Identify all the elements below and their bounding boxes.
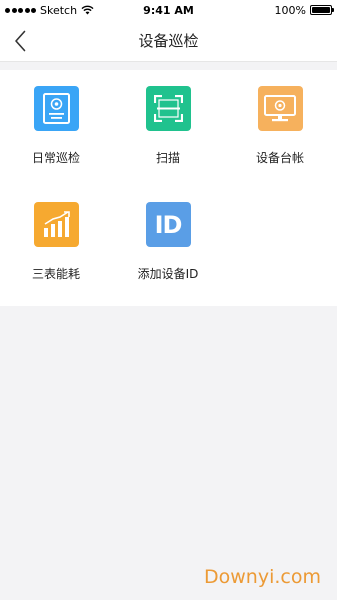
status-bar: Sketch 9:41 AM 100% — [0, 0, 337, 20]
tile-label: 添加设备ID — [137, 267, 199, 281]
tile-label: 扫描 — [155, 151, 180, 165]
tile-add-device-id[interactable]: ID 添加设备ID — [112, 186, 224, 296]
monitor-icon — [257, 86, 303, 131]
tile-energy-consumption[interactable]: 三表能耗 — [0, 186, 112, 296]
bar-chart-icon — [33, 202, 79, 247]
id-icon-text: ID — [154, 210, 183, 239]
id-icon: ID — [145, 202, 191, 247]
watermark: Downyi.com — [204, 566, 321, 588]
function-grid: 日常巡检 扫描 设备台帐 三表能耗 ID 添加设备ID — [0, 70, 337, 306]
chevron-left-icon — [15, 30, 26, 52]
tile-equipment-ledger[interactable]: 设备台帐 — [224, 70, 336, 180]
status-left: Sketch — [5, 4, 94, 17]
battery-icon — [310, 5, 334, 15]
signal-icon — [5, 7, 36, 13]
battery-percent: 100% — [274, 3, 306, 17]
navigation-bar: 设备巡检 — [0, 20, 337, 62]
tile-label: 日常巡检 — [31, 151, 80, 165]
page-title: 设备巡检 — [138, 32, 199, 50]
tile-label: 三表能耗 — [31, 267, 80, 281]
carrier-label: Sketch — [40, 3, 78, 17]
tile-daily-inspection[interactable]: 日常巡检 — [0, 70, 112, 180]
status-right: 100% — [274, 3, 334, 17]
wifi-icon — [81, 5, 94, 15]
tile-label: 设备台帐 — [255, 151, 304, 165]
scan-frame-icon — [145, 86, 191, 131]
tile-scan[interactable]: 扫描 — [112, 70, 224, 180]
back-button[interactable] — [6, 26, 34, 56]
passport-document-icon — [33, 86, 79, 131]
